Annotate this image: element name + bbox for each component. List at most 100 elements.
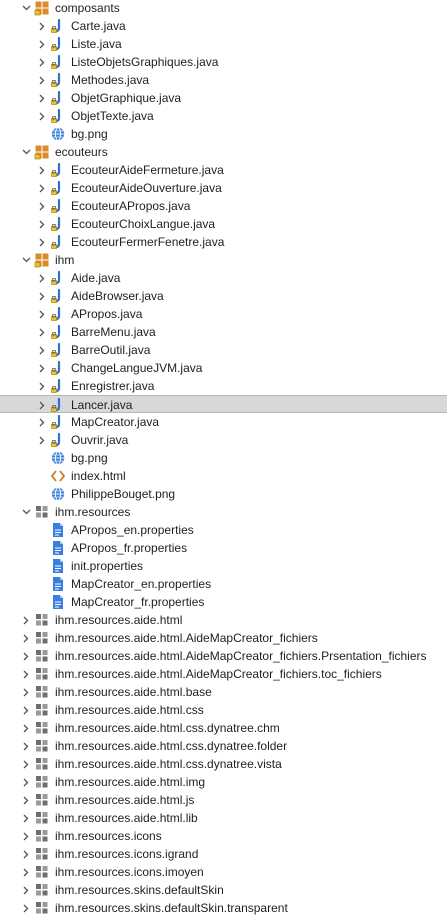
- chevron-right-icon[interactable]: [36, 197, 48, 215]
- chevron-right-icon[interactable]: [20, 701, 32, 719]
- tree-node-file[interactable]: ListeObjetsGraphiques.java: [0, 53, 447, 71]
- chevron-right-icon[interactable]: [20, 899, 32, 917]
- tree-node-package[interactable]: ihm.resources.aide.html.js: [0, 791, 447, 809]
- chevron-right-icon[interactable]: [36, 377, 48, 395]
- tree-node-file[interactable]: EcouteurAideOuverture.java: [0, 179, 447, 197]
- tree-node-package[interactable]: ihm.resources.aide.html.base: [0, 683, 447, 701]
- tree-node-file[interactable]: Carte.java: [0, 17, 447, 35]
- tree-node-file[interactable]: Ouvrir.java: [0, 431, 447, 449]
- tree-node-package[interactable]: ihm.resources.aide.html.css.dynatree.chm: [0, 719, 447, 737]
- tree-node-file[interactable]: ObjetGraphique.java: [0, 89, 447, 107]
- chevron-right-icon[interactable]: [20, 809, 32, 827]
- chevron-right-icon[interactable]: [36, 179, 48, 197]
- chevron-right-icon[interactable]: [20, 611, 32, 629]
- properties-file-icon: [50, 558, 66, 574]
- chevron-right-icon[interactable]: [20, 773, 32, 791]
- chevron-right-icon[interactable]: [36, 71, 48, 89]
- tree-node-file[interactable]: EcouteurFermerFenetre.java: [0, 233, 447, 251]
- chevron-right-icon[interactable]: [36, 341, 48, 359]
- chevron-down-icon[interactable]: [20, 251, 32, 269]
- chevron-right-icon[interactable]: [36, 396, 48, 414]
- chevron-right-icon[interactable]: [36, 107, 48, 125]
- tree-node-package[interactable]: ihm.resources: [0, 503, 447, 521]
- tree-node-label: ObjetGraphique.java: [71, 91, 182, 105]
- chevron-right-icon[interactable]: [36, 215, 48, 233]
- tree-node-package[interactable]: ihm.resources.aide.html.css.dynatree.fol…: [0, 737, 447, 755]
- tree-node-file[interactable]: EcouteurAPropos.java: [0, 197, 447, 215]
- tree-node-package[interactable]: ihm.resources.aide.html.lib: [0, 809, 447, 827]
- tree-node-file[interactable]: Enregistrer.java: [0, 377, 447, 395]
- chevron-right-icon[interactable]: [36, 161, 48, 179]
- chevron-down-icon[interactable]: [20, 0, 32, 17]
- tree-node-package[interactable]: ihm.resources.icons.imoyen: [0, 863, 447, 881]
- tree-node-package[interactable]: ihm.resources.aide.html: [0, 611, 447, 629]
- chevron-right-icon[interactable]: [36, 53, 48, 71]
- tree-node-file[interactable]: APropos.java: [0, 305, 447, 323]
- tree-node-file[interactable]: PhilippeBouget.png: [0, 485, 447, 503]
- tree-node-package[interactable]: ihm: [0, 251, 447, 269]
- tree-node-file[interactable]: MapCreator.java: [0, 413, 447, 431]
- chevron-right-icon[interactable]: [20, 647, 32, 665]
- tree-node-package[interactable]: ihm.resources.aide.html.img: [0, 773, 447, 791]
- tree-node-file[interactable]: MapCreator_en.properties: [0, 575, 447, 593]
- chevron-right-icon[interactable]: [36, 233, 48, 251]
- tree-node-label: Liste.java: [71, 37, 122, 51]
- chevron-right-icon[interactable]: [20, 629, 32, 647]
- tree-node-file[interactable]: Lancer.java: [0, 395, 447, 413]
- chevron-right-icon[interactable]: [36, 35, 48, 53]
- tree-node-file[interactable]: index.html: [0, 467, 447, 485]
- tree-node-file[interactable]: EcouteurAideFermeture.java: [0, 161, 447, 179]
- tree-node-package[interactable]: ihm.resources.skins.defaultSkin: [0, 881, 447, 899]
- chevron-right-icon[interactable]: [36, 305, 48, 323]
- tree-node-file[interactable]: ChangeLangueJVM.java: [0, 359, 447, 377]
- chevron-right-icon[interactable]: [20, 863, 32, 881]
- chevron-right-icon[interactable]: [36, 323, 48, 341]
- tree-node-file[interactable]: EcouteurChoixLangue.java: [0, 215, 447, 233]
- chevron-right-icon[interactable]: [20, 791, 32, 809]
- tree-node-file[interactable]: BarreOutil.java: [0, 341, 447, 359]
- chevron-right-icon[interactable]: [36, 413, 48, 431]
- tree-node-file[interactable]: Methodes.java: [0, 71, 447, 89]
- tree-node-file[interactable]: BarreMenu.java: [0, 323, 447, 341]
- chevron-right-icon[interactable]: [20, 845, 32, 863]
- tree-node-package[interactable]: ihm.resources.icons: [0, 827, 447, 845]
- chevron-right-icon[interactable]: [36, 287, 48, 305]
- tree-node-package[interactable]: ecouteurs: [0, 143, 447, 161]
- tree-node-package[interactable]: ihm.resources.icons.igrand: [0, 845, 447, 863]
- tree-node-package[interactable]: composants: [0, 0, 447, 17]
- tree-node-package[interactable]: ihm.resources.aide.html.AideMapCreator_f…: [0, 647, 447, 665]
- chevron-right-icon[interactable]: [36, 17, 48, 35]
- tree-node-file[interactable]: init.properties: [0, 557, 447, 575]
- chevron-down-icon[interactable]: [20, 143, 32, 161]
- chevron-right-icon[interactable]: [20, 827, 32, 845]
- tree-node-file[interactable]: APropos_fr.properties: [0, 539, 447, 557]
- tree-node-file[interactable]: bg.png: [0, 449, 447, 467]
- chevron-right-icon[interactable]: [36, 89, 48, 107]
- tree-node-label: EcouteurChoixLangue.java: [71, 217, 216, 231]
- chevron-right-icon[interactable]: [36, 431, 48, 449]
- tree-node-package[interactable]: ihm.resources.aide.html.css.dynatree.vis…: [0, 755, 447, 773]
- tree-node-file[interactable]: Liste.java: [0, 35, 447, 53]
- tree-node-file[interactable]: MapCreator_fr.properties: [0, 593, 447, 611]
- tree-node-package[interactable]: ihm.resources.aide.html.AideMapCreator_f…: [0, 629, 447, 647]
- resource-package-icon: [34, 738, 50, 754]
- tree-node-file[interactable]: APropos_en.properties: [0, 521, 447, 539]
- tree-node-file[interactable]: AideBrowser.java: [0, 287, 447, 305]
- tree-node-package[interactable]: ihm.resources.aide.html.AideMapCreator_f…: [0, 665, 447, 683]
- chevron-right-icon[interactable]: [36, 269, 48, 287]
- tree-node-file[interactable]: bg.png: [0, 125, 447, 143]
- chevron-down-icon[interactable]: [20, 503, 32, 521]
- tree-node-package[interactable]: ihm.resources.aide.html.css: [0, 701, 447, 719]
- properties-file-icon: [50, 576, 66, 592]
- tree-node-file[interactable]: Aide.java: [0, 269, 447, 287]
- java-file-icon: [50, 90, 66, 106]
- chevron-right-icon[interactable]: [20, 665, 32, 683]
- chevron-right-icon[interactable]: [20, 719, 32, 737]
- chevron-right-icon[interactable]: [20, 755, 32, 773]
- chevron-right-icon[interactable]: [20, 737, 32, 755]
- chevron-right-icon[interactable]: [36, 359, 48, 377]
- tree-node-package[interactable]: ihm.resources.skins.defaultSkin.transpar…: [0, 899, 447, 917]
- chevron-right-icon[interactable]: [20, 881, 32, 899]
- tree-node-file[interactable]: ObjetTexte.java: [0, 107, 447, 125]
- chevron-right-icon[interactable]: [20, 683, 32, 701]
